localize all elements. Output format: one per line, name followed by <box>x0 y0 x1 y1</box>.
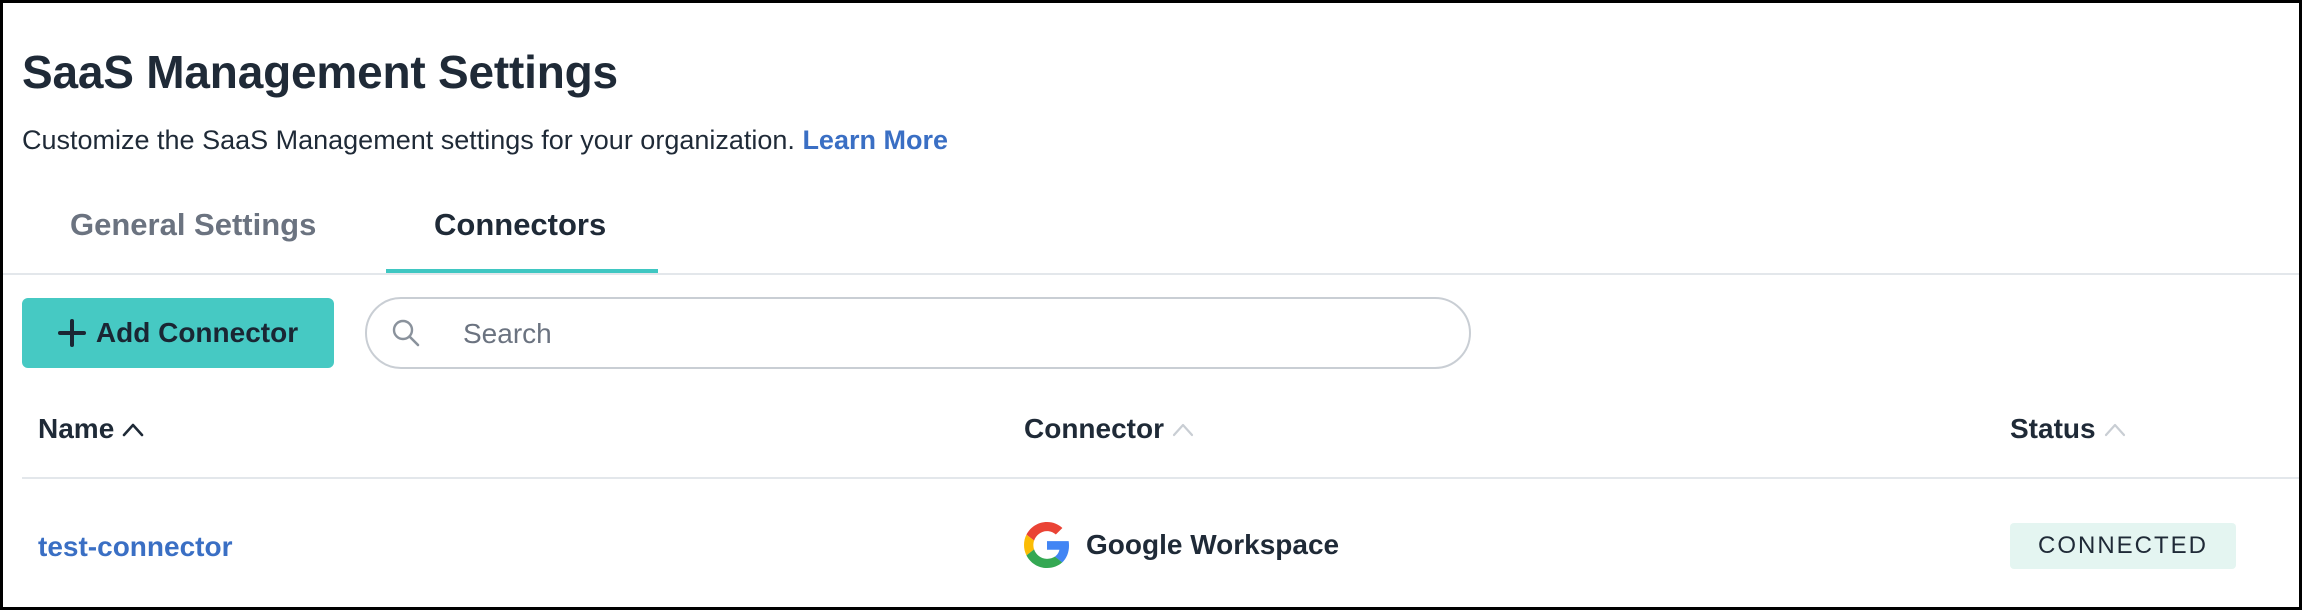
add-connector-button[interactable]: Add Connector <box>22 298 334 368</box>
column-header-status-label: Status <box>2010 413 2096 444</box>
column-header-status[interactable]: Status <box>2010 413 2128 445</box>
plus-icon <box>57 319 86 347</box>
status-badge: CONNECTED <box>2010 523 2236 569</box>
connector-type-label: Google Workspace <box>1086 529 1340 560</box>
column-header-name-label: Name <box>38 413 115 444</box>
page-description: Customize the SaaS Management settings f… <box>22 125 948 156</box>
learn-more-link[interactable]: Learn More <box>802 125 948 155</box>
column-header-connector-label: Connector <box>1024 413 1164 444</box>
column-header-name[interactable]: Name <box>38 413 146 445</box>
description-text: Customize the SaaS Management settings f… <box>22 125 795 155</box>
add-connector-label: Add Connector <box>95 317 299 348</box>
tab-connectors[interactable]: Connectors <box>434 207 606 243</box>
sort-ascending-icon <box>122 423 144 437</box>
connector-name-link[interactable]: test-connector <box>38 531 232 563</box>
connector-cell: Google Workspace <box>1024 522 1339 568</box>
sort-inactive-icon <box>2104 423 2125 437</box>
tab-general-settings[interactable]: General Settings <box>70 207 316 243</box>
google-logo-icon <box>1024 522 1070 568</box>
tab-bar: General Settings Connectors <box>3 193 2299 275</box>
search-input[interactable] <box>461 311 1445 357</box>
table-header-divider <box>22 477 2299 479</box>
sort-inactive-icon <box>1172 423 1194 437</box>
column-header-connector[interactable]: Connector <box>1024 413 1196 445</box>
search-box[interactable] <box>365 297 1471 369</box>
search-icon <box>391 318 421 353</box>
active-tab-indicator <box>386 269 658 273</box>
app-window: SaaS Management Settings Customize the S… <box>3 3 2299 607</box>
page-title: SaaS Management Settings <box>22 46 618 98</box>
